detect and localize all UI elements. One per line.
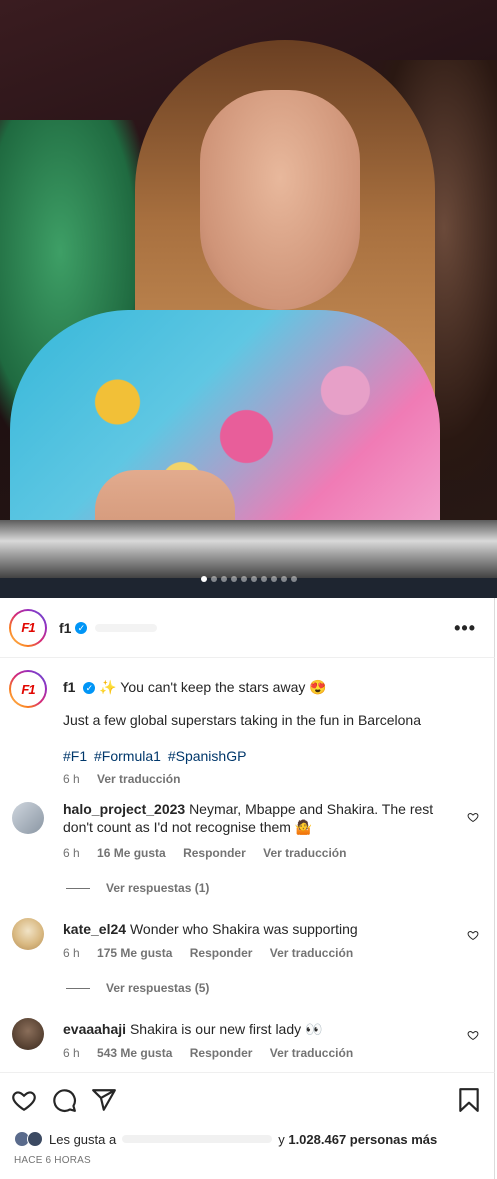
hidden-liker-name xyxy=(122,1135,273,1143)
carousel-dot xyxy=(260,576,267,582)
comments-panel[interactable]: F1 f1 ✓ ✨ You can't keep the stars away … xyxy=(0,658,495,1072)
translate-link[interactable]: Ver traducción xyxy=(270,1046,353,1060)
replies-line xyxy=(66,887,90,889)
likes-summary[interactable]: Les gusta a y 1.028.467 personas más xyxy=(14,1131,437,1147)
translate-link[interactable]: Ver traducción xyxy=(263,846,346,860)
like-heart-icon[interactable] xyxy=(11,1087,37,1113)
liker-avatar xyxy=(27,1131,43,1147)
comment-likes[interactable]: 175 Me gusta xyxy=(97,946,172,960)
bookmark-save-icon[interactable] xyxy=(456,1087,482,1113)
f1-logo-icon: F1 xyxy=(21,620,35,635)
caption-username[interactable]: f1 xyxy=(63,679,75,695)
action-bar: Les gusta a y 1.028.467 personas más HAC… xyxy=(0,1072,495,1179)
photo-railing xyxy=(0,520,497,580)
comment-meta: 6 h 16 Me gusta Responder Ver traducción xyxy=(63,846,346,860)
comment-time: 6 h xyxy=(63,1046,80,1060)
carousel-dot xyxy=(280,576,287,582)
comment-text: kate_el24 Wonder who Shakira was support… xyxy=(63,920,458,938)
carousel-dot xyxy=(250,576,257,582)
commenter-avatar[interactable] xyxy=(12,1018,44,1050)
view-replies-button[interactable]: Ver respuestas (1) xyxy=(66,881,209,895)
carousel-dot xyxy=(270,576,277,582)
commenter-username[interactable]: evaaahaji xyxy=(63,1021,126,1037)
caption-hashtags: #F1 #Formula1 #SpanishGP xyxy=(63,748,249,764)
carousel-dot xyxy=(290,576,297,582)
comment-time: 6 h xyxy=(63,946,80,960)
comment-text: evaaahaji Shakira is our new first lady … xyxy=(63,1020,458,1038)
heart-icon[interactable] xyxy=(467,811,479,823)
carousel-dot xyxy=(230,576,237,582)
carousel-indicator xyxy=(0,576,497,582)
view-replies-button[interactable]: Ver respuestas (5) xyxy=(66,981,209,995)
caption-meta: 6 h Ver traducción xyxy=(63,772,180,786)
carousel-dot xyxy=(220,576,227,582)
post-photo[interactable] xyxy=(0,0,497,598)
heart-icon[interactable] xyxy=(467,1029,479,1041)
hidden-follow-area xyxy=(95,623,158,632)
carousel-dot xyxy=(240,576,247,582)
comment-meta: 6 h 543 Me gusta Responder Ver traducció… xyxy=(63,1046,353,1060)
author-username[interactable]: f1 xyxy=(59,620,71,636)
carousel-dot xyxy=(200,576,207,582)
caption-body: ✨ You can't keep the stars away 😍 xyxy=(99,679,327,695)
comment-bubble-icon[interactable] xyxy=(51,1087,77,1113)
share-send-icon[interactable] xyxy=(91,1087,117,1113)
caption-avatar[interactable]: F1 xyxy=(9,670,47,708)
likes-count[interactable]: 1.028.467 personas más xyxy=(288,1132,437,1147)
author-avatar[interactable]: F1 xyxy=(9,608,47,647)
translate-link[interactable]: Ver traducción xyxy=(270,946,353,960)
photo-subject-face xyxy=(200,90,360,310)
replies-line xyxy=(66,987,90,989)
likes-prefix: Les gusta a xyxy=(49,1131,117,1147)
heart-icon[interactable] xyxy=(467,929,479,941)
commenter-username[interactable]: halo_project_2023 xyxy=(63,801,185,817)
commenter-avatar[interactable] xyxy=(12,918,44,950)
comment-text: halo_project_2023 Neymar, Mbappe and Sha… xyxy=(63,800,458,836)
caption-line-2: Just a few global superstars taking in t… xyxy=(63,712,421,728)
comment-body: Wonder who Shakira was supporting xyxy=(129,921,358,937)
comment-meta: 6 h 175 Me gusta Responder Ver traducció… xyxy=(63,946,353,960)
hashtag-link[interactable]: #F1 xyxy=(63,748,87,764)
caption-text: f1 ✓ ✨ You can't keep the stars away 😍 xyxy=(63,678,473,696)
reply-button[interactable]: Responder xyxy=(190,1046,253,1060)
post-timestamp: HACE 6 HORAS xyxy=(14,1155,91,1166)
hashtag-link[interactable]: #SpanishGP xyxy=(168,748,247,764)
comment-likes[interactable]: 16 Me gusta xyxy=(97,846,166,860)
commenter-username[interactable]: kate_el24 xyxy=(63,921,126,937)
comment-likes[interactable]: 543 Me gusta xyxy=(97,1046,172,1060)
verified-badge-icon: ✓ xyxy=(75,621,88,634)
commenter-avatar[interactable] xyxy=(12,802,44,834)
carousel-dot xyxy=(210,576,217,582)
reply-button[interactable]: Responder xyxy=(183,846,246,860)
likes-connector: y xyxy=(278,1131,285,1147)
reply-button[interactable]: Responder xyxy=(190,946,253,960)
view-replies-label: Ver respuestas (5) xyxy=(106,981,210,995)
translate-link[interactable]: Ver traducción xyxy=(97,772,180,786)
hashtag-link[interactable]: #Formula1 xyxy=(94,748,161,764)
comment-time: 6 h xyxy=(63,846,80,860)
f1-logo-icon: F1 xyxy=(21,681,35,697)
comment-body: Shakira is our new first lady 👀 xyxy=(129,1021,323,1037)
caption-time: 6 h xyxy=(63,772,80,786)
view-replies-label: Ver respuestas (1) xyxy=(106,881,210,895)
post-header: F1 f1 ✓ ••• xyxy=(0,598,495,658)
more-horizontal-icon[interactable]: ••• xyxy=(454,618,476,639)
verified-badge-icon: ✓ xyxy=(83,682,96,695)
